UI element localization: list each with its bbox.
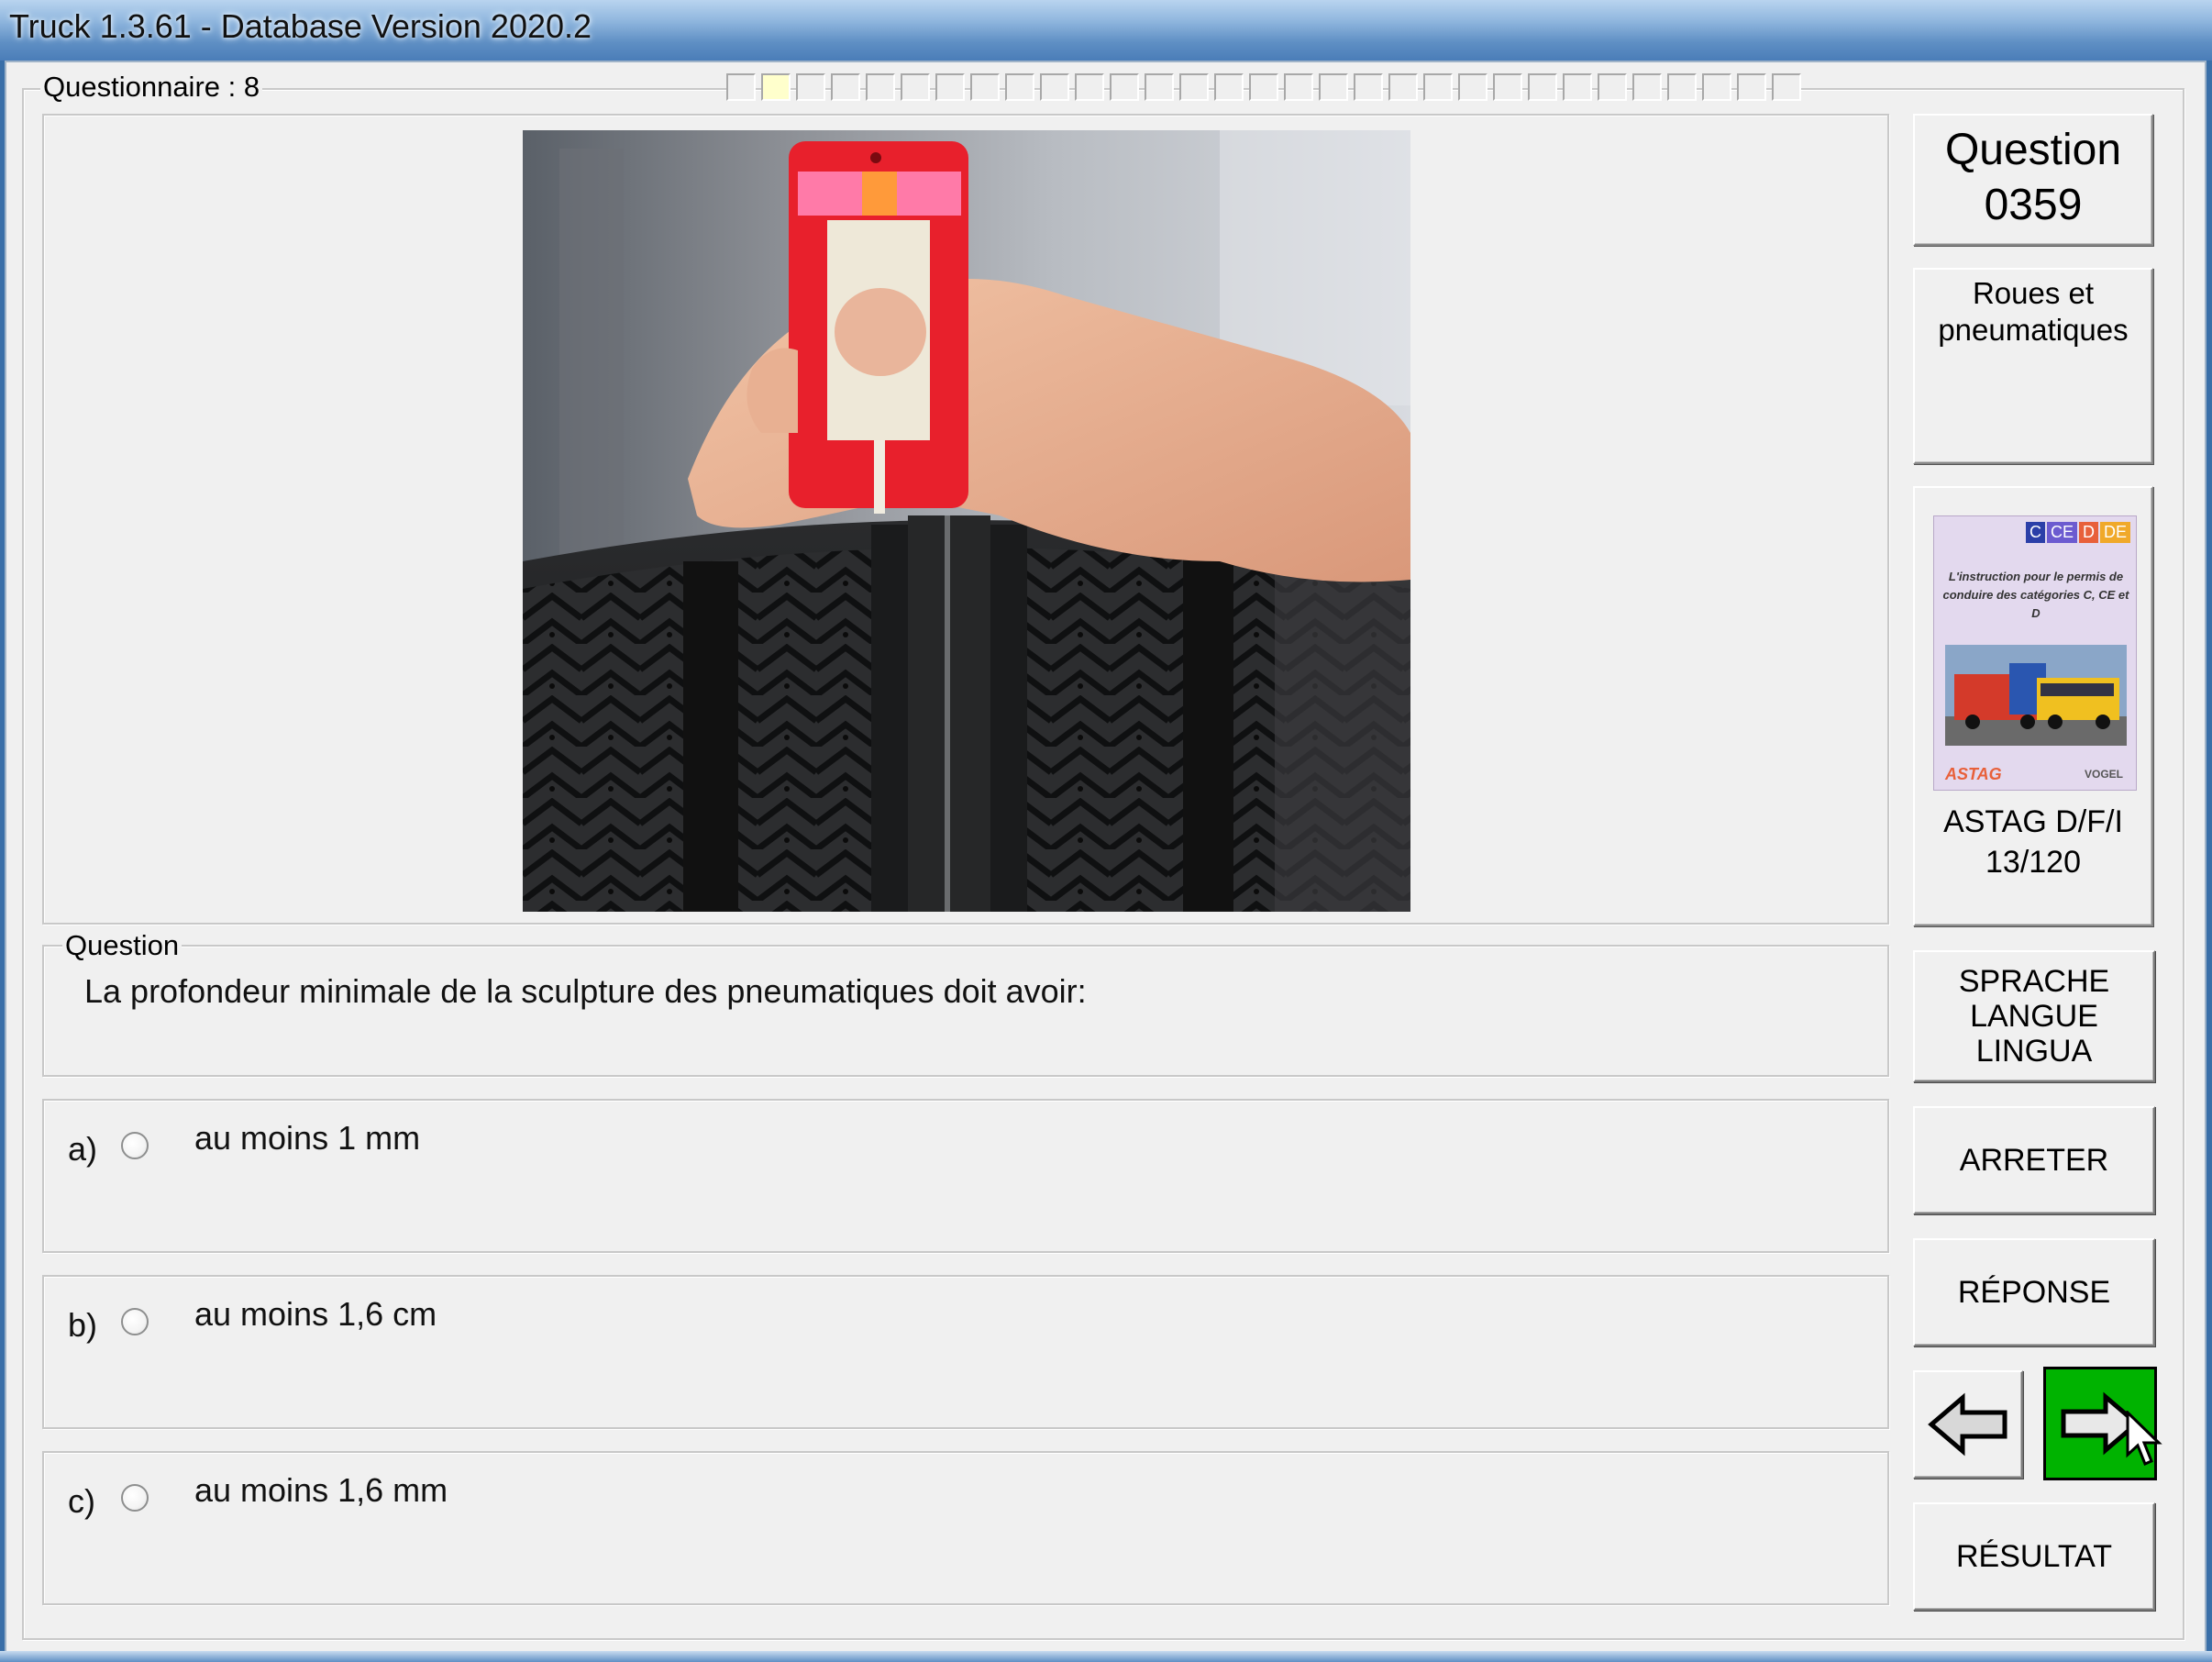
progress-cell [726,73,756,101]
question-number-box: Question 0359 [1913,114,2153,246]
progress-cell [1214,73,1244,101]
answer-a-radio[interactable] [121,1132,149,1159]
question-image [523,130,1410,912]
progress-cell [1493,73,1522,101]
progress-cell [1249,73,1278,101]
question-number-label: Question [1944,126,2122,174]
progress-cell [1354,73,1383,101]
language-button[interactable]: SPRACHE LANGUE LINGUA [1913,950,2155,1082]
progress-cell [1179,73,1209,101]
answer-a-text: au moins 1 mm [194,1119,421,1157]
progress-indicator [726,73,1801,101]
answer-b-text: au moins 1,6 cm [194,1295,437,1333]
mouse-cursor-icon [2126,1411,2162,1466]
questionnaire-label: Questionnaire : 8 [40,72,263,103]
progress-cell [1737,73,1766,101]
language-label-de: SPRACHE [1958,964,2110,999]
reference-line2: 13/120 [1985,845,2081,880]
progress-cell [1667,73,1697,101]
progress-cell [1632,73,1662,101]
progress-cell [1284,73,1313,101]
progress-cell [970,73,1000,101]
reference-box: C CE D DE L'instruction pour le permis d… [1913,486,2153,926]
question-group-label: Question [62,930,182,961]
badge-d: D [2078,522,2098,543]
progress-cell [1528,73,1557,101]
answer-a-letter: a) [68,1130,98,1168]
question-group [42,945,1889,1077]
book-cover-text: L'instruction pour le permis de conduire… [1942,570,2129,620]
progress-cell [1423,73,1453,101]
category-box: Roues et pneumatiques [1913,268,2153,464]
book-cover: C CE D DE L'instruction pour le permis d… [1933,515,2137,791]
language-label-it: LINGUA [1975,1034,2093,1069]
answer-c-text: au moins 1,6 mm [194,1471,448,1509]
answer-c-radio[interactable] [121,1484,149,1512]
answer-b-letter: b) [68,1306,98,1344]
progress-cell [1598,73,1627,101]
progress-cell [901,73,930,101]
bottom-border [0,1651,2212,1662]
progress-cell [1040,73,1069,101]
progress-cell [866,73,895,101]
result-button[interactable]: RÉSULTAT [1913,1502,2155,1611]
progress-cell [796,73,825,101]
progress-cell [1388,73,1418,101]
progress-cell [831,73,860,101]
stop-button[interactable]: ARRETER [1913,1106,2155,1214]
progress-cell [1005,73,1034,101]
progress-cell [1772,73,1801,101]
badge-c: C [2025,522,2045,543]
book-trucks-image [1945,645,2127,746]
window-title: Truck 1.3.61 - Database Version 2020.2 [9,7,592,45]
category-line1: Roues et [1972,276,2095,310]
progress-cell [1458,73,1488,101]
progress-cell [1145,73,1174,101]
progress-cell [1702,73,1731,101]
answer-button[interactable]: RÉPONSE [1913,1238,2155,1346]
book-publisher-right: VOGEL [2084,768,2123,781]
progress-cell [761,73,791,101]
reference-line1: ASTAG D/F/I [1943,804,2123,839]
progress-cell [1319,73,1348,101]
left-arrow-icon [1928,1392,2007,1457]
progress-cell [1110,73,1139,101]
title-bar: Truck 1.3.61 - Database Version 2020.2 [0,0,2212,61]
badge-ce: CE [2046,522,2077,543]
book-badges: C CE D DE [2025,522,2130,543]
progress-cell [1563,73,1592,101]
answer-b-radio[interactable] [121,1308,149,1335]
previous-button[interactable] [1913,1370,2023,1479]
answer-c-letter: c) [68,1482,95,1520]
progress-cell [935,73,965,101]
question-number: 0359 [1984,181,2083,229]
category-line2: pneumatiques [1938,313,2129,347]
progress-cell [1075,73,1104,101]
question-text: La profondeur minimale de la sculpture d… [84,972,1087,1010]
language-label-fr: LANGUE [1970,999,2098,1034]
book-publisher-left: ASTAG [1945,765,2002,783]
badge-de: DE [2099,522,2130,543]
